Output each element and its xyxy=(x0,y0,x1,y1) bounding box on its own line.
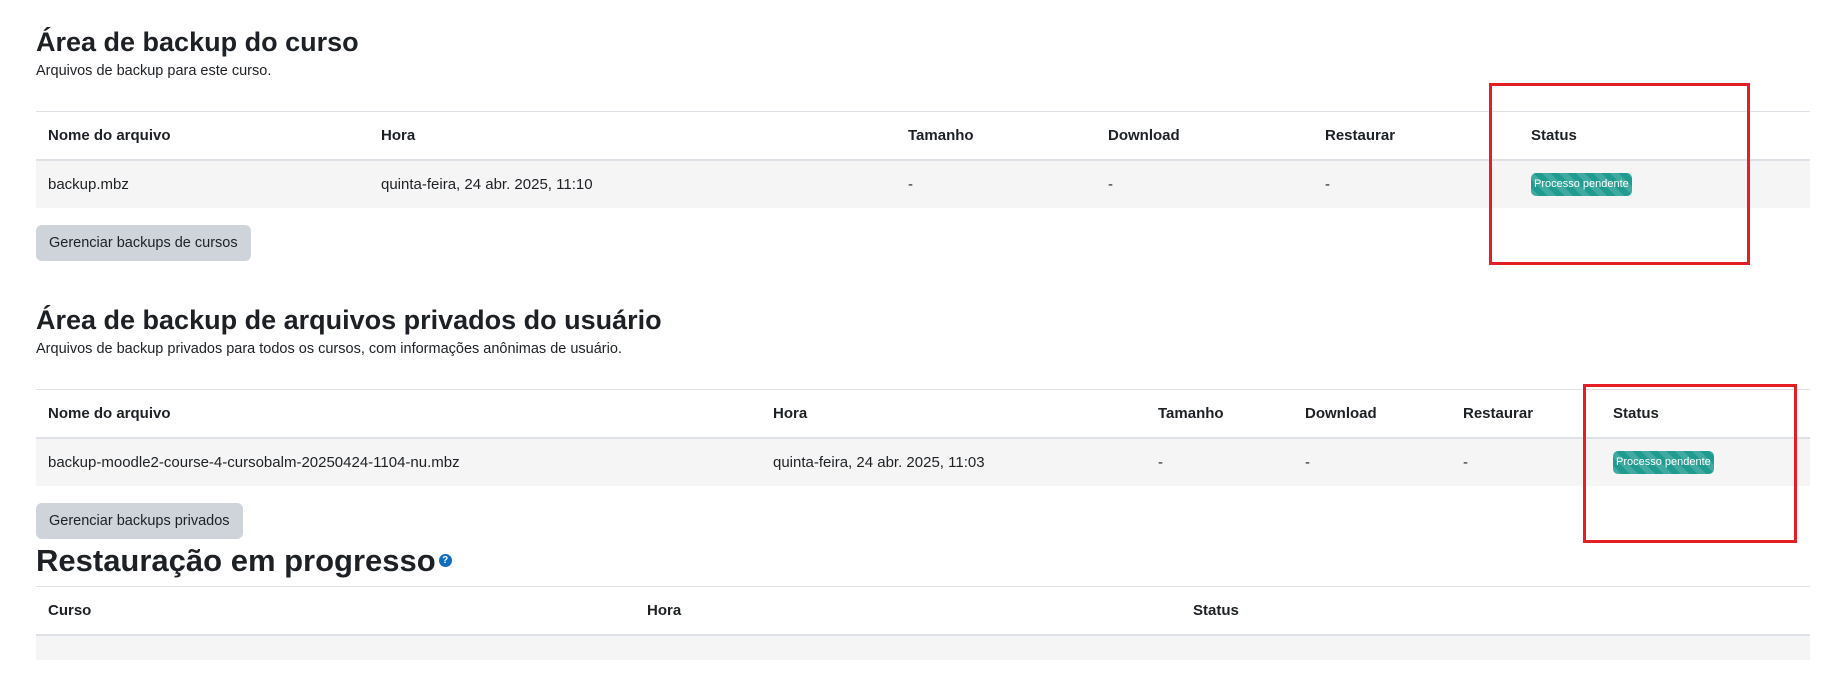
cell-size: - xyxy=(1146,437,1293,486)
column-header-time: Hora xyxy=(369,111,896,161)
cell-size: - xyxy=(896,159,1096,208)
column-header-size: Tamanho xyxy=(896,111,1096,161)
cell-filename: backup.mbz xyxy=(36,159,369,208)
private-backup-description: Arquivos de backup privados para todos o… xyxy=(36,341,622,357)
column-header-restore: Restaurar xyxy=(1313,111,1519,161)
column-header-status: Status xyxy=(1181,586,1810,636)
course-backup-description: Arquivos de backup para este curso. xyxy=(36,63,272,79)
restore-progress-heading: Restauração em progresso? xyxy=(36,543,452,579)
cell-status: Processo pendente xyxy=(1601,437,1810,486)
column-header-size: Tamanho xyxy=(1146,389,1293,439)
column-header-status: Status xyxy=(1601,389,1810,439)
cell-restore: - xyxy=(1313,159,1519,208)
question-circle-icon[interactable]: ? xyxy=(438,554,452,568)
cell-download: - xyxy=(1096,159,1313,208)
empty-cell xyxy=(36,634,1810,660)
status-badge: Processo pendente xyxy=(1531,173,1632,196)
column-header-course: Curso xyxy=(36,586,635,636)
table-row: backup-moodle2-course-4-cursobalm-202504… xyxy=(36,437,1810,486)
column-header-download: Download xyxy=(1293,389,1451,439)
private-backup-title: Área de backup de arquivos privados do u… xyxy=(36,305,662,335)
course-backup-title: Área de backup do curso xyxy=(36,27,359,57)
course-backup-table: Nome do arquivo Hora Tamanho Download Re… xyxy=(36,111,1810,208)
column-header-status: Status xyxy=(1519,111,1810,161)
table-row: backup.mbz quinta-feira, 24 abr. 2025, 1… xyxy=(36,159,1810,208)
cell-time: quinta-feira, 24 abr. 2025, 11:03 xyxy=(761,437,1146,486)
column-header-time: Hora xyxy=(635,586,1181,636)
column-header-restore: Restaurar xyxy=(1451,389,1601,439)
table-row-empty xyxy=(36,634,1810,660)
column-header-time: Hora xyxy=(761,389,1146,439)
cell-time: quinta-feira, 24 abr. 2025, 11:10 xyxy=(369,159,896,208)
cell-filename: backup-moodle2-course-4-cursobalm-202504… xyxy=(36,437,761,486)
column-header-filename: Nome do arquivo xyxy=(36,111,369,161)
column-header-filename: Nome do arquivo xyxy=(36,389,761,439)
manage-course-backups-button[interactable]: Gerenciar backups de cursos xyxy=(36,225,251,261)
status-badge: Processo pendente xyxy=(1613,451,1714,474)
manage-private-backups-button[interactable]: Gerenciar backups privados xyxy=(36,503,243,539)
private-backup-table: Nome do arquivo Hora Tamanho Download Re… xyxy=(36,389,1810,486)
table-header-row: Nome do arquivo Hora Tamanho Download Re… xyxy=(36,111,1810,161)
table-header-row: Nome do arquivo Hora Tamanho Download Re… xyxy=(36,389,1810,439)
restore-progress-table: Curso Hora Status xyxy=(36,586,1810,660)
column-header-download: Download xyxy=(1096,111,1313,161)
cell-status: Processo pendente xyxy=(1519,159,1810,208)
table-header-row: Curso Hora Status xyxy=(36,586,1810,636)
cell-download: - xyxy=(1293,437,1451,486)
restore-progress-title: Restauração em progresso xyxy=(36,543,436,578)
cell-restore: - xyxy=(1451,437,1601,486)
